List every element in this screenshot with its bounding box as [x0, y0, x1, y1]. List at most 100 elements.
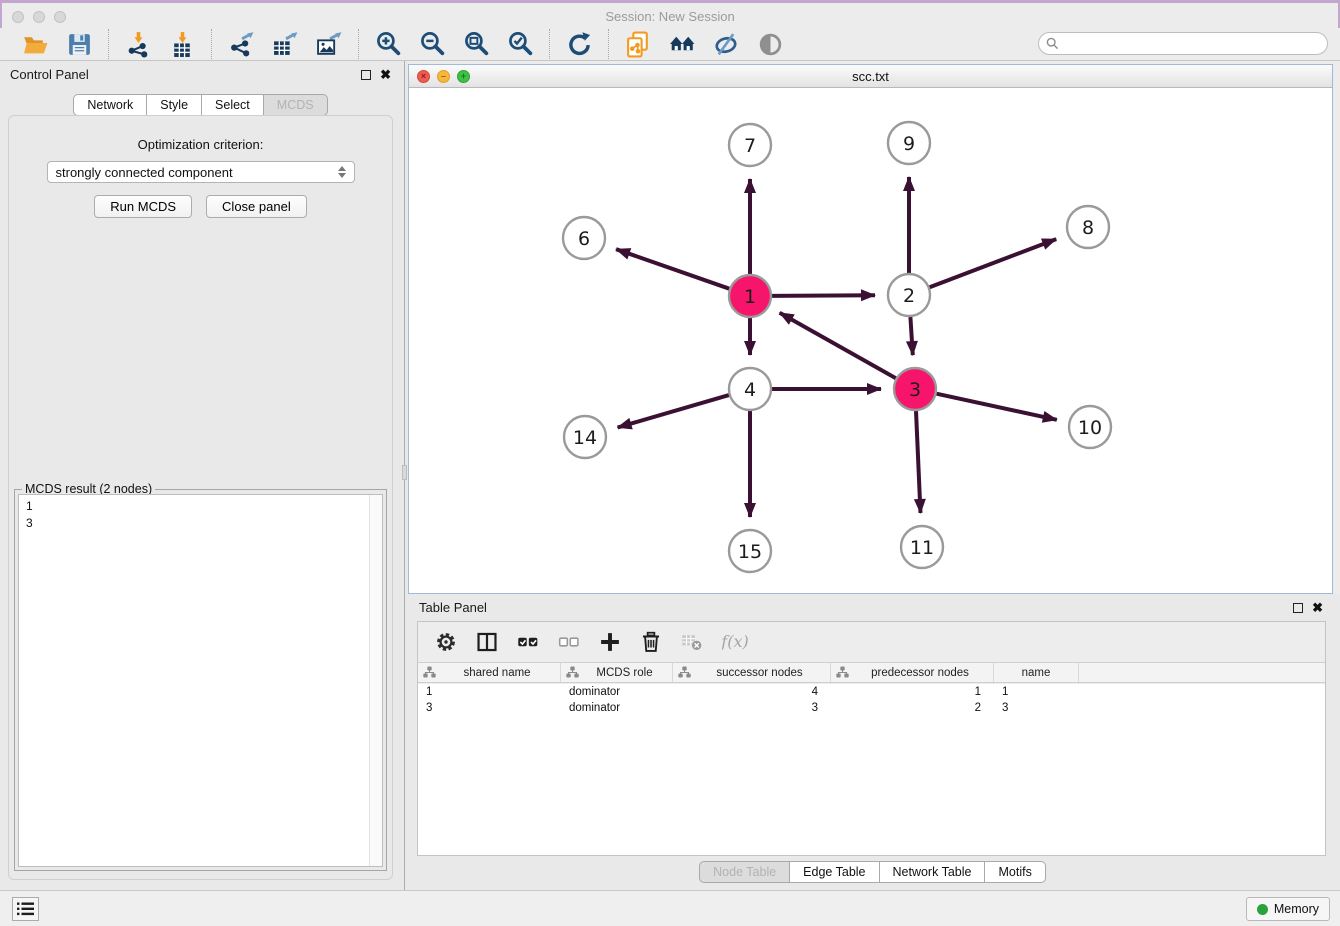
table-tab-motifs[interactable]: Motifs [984, 861, 1045, 883]
save-session-icon[interactable] [65, 30, 93, 58]
network-canvas[interactable]: 7 9 6 8 1 2 4 3 14 10 15 11 [409, 88, 1332, 593]
import-table-icon[interactable] [168, 30, 196, 58]
node-4[interactable]: 4 [729, 368, 771, 410]
zoom-in-icon[interactable] [374, 30, 402, 58]
home-icon[interactable] [668, 30, 696, 58]
network-close-button[interactable]: × [417, 70, 430, 83]
column-header-MCDS-role[interactable]: MCDS role [561, 663, 673, 682]
column-header-predecessor-nodes[interactable]: predecessor nodes [831, 663, 994, 682]
control-panel: Control Panel ✖ NetworkStyleSelectMCDS O… [0, 61, 401, 890]
zoom-fit-icon[interactable] [462, 30, 490, 58]
table-settings-icon[interactable] [435, 631, 457, 653]
search-input[interactable] [1063, 37, 1320, 51]
edge-3-10[interactable] [937, 394, 1057, 420]
mcds-result-textarea[interactable]: 13 [18, 494, 383, 867]
table-panel-float-icon[interactable] [1293, 603, 1303, 613]
mcds-result-scrollbar[interactable] [369, 495, 382, 866]
show-columns-icon[interactable] [517, 631, 539, 653]
svg-text:15: 15 [738, 541, 762, 563]
column-header-name[interactable]: name [994, 663, 1079, 682]
open-session-icon[interactable] [21, 30, 49, 58]
control-panel-float-icon[interactable] [361, 70, 371, 80]
criterion-dropdown-value: strongly connected component [56, 165, 233, 180]
export-table-icon[interactable] [271, 30, 299, 58]
zoom-out-icon[interactable] [418, 30, 446, 58]
node-9[interactable]: 9 [888, 122, 930, 164]
shared-column-icon [423, 666, 436, 679]
tab-mcds[interactable]: MCDS [263, 94, 328, 116]
edge-4-14[interactable] [618, 395, 729, 427]
edge-1-2[interactable] [772, 295, 875, 296]
svg-text:10: 10 [1078, 417, 1102, 439]
network-minimize-button[interactable]: – [437, 70, 450, 83]
edge-3-1[interactable] [780, 313, 896, 379]
toolbar-group [211, 29, 358, 59]
node-2[interactable]: 2 [888, 274, 930, 316]
edge-3-11[interactable] [916, 411, 921, 513]
control-panel-close-icon[interactable]: ✖ [380, 70, 391, 80]
import-network-icon[interactable] [124, 30, 152, 58]
column-header-shared-name[interactable]: shared name [418, 663, 561, 682]
run-mcds-button[interactable]: Run MCDS [94, 195, 192, 218]
table-body[interactable]: 1dominator4113dominator323 [418, 684, 1325, 855]
node-7[interactable]: 7 [729, 124, 771, 166]
control-panel-title: Control Panel [10, 67, 89, 82]
tab-network[interactable]: Network [73, 94, 147, 116]
hide-columns-icon[interactable] [558, 631, 580, 653]
network-canvas-svg[interactable]: 7 9 6 8 1 2 4 3 14 10 15 11 [409, 88, 1332, 593]
criterion-dropdown[interactable]: strongly connected component [47, 161, 355, 183]
edge-1-6[interactable] [616, 249, 729, 289]
table-cell: 1 [994, 686, 1079, 698]
delete-column-icon[interactable] [640, 631, 662, 653]
edge-2-8[interactable] [930, 239, 1057, 287]
close-panel-button[interactable]: Close panel [206, 195, 307, 218]
table-panel-close-icon[interactable]: ✖ [1312, 603, 1323, 613]
table-cell: 1 [418, 686, 561, 698]
svg-text:8: 8 [1082, 217, 1094, 239]
main-toolbar [0, 28, 1340, 61]
export-image-icon[interactable] [315, 30, 343, 58]
tab-style[interactable]: Style [146, 94, 202, 116]
divider-grip[interactable] [402, 465, 407, 480]
node-15[interactable]: 15 [729, 530, 771, 572]
svg-text:7: 7 [744, 135, 756, 157]
node-3[interactable]: 3 [894, 368, 936, 410]
column-header-successor-nodes[interactable]: successor nodes [673, 663, 831, 682]
node-1[interactable]: 1 [729, 275, 771, 317]
optimization-criterion-label: Optimization criterion: [9, 137, 392, 152]
memory-button[interactable]: Memory [1246, 897, 1330, 921]
svg-text:6: 6 [578, 228, 590, 250]
export-network-icon[interactable] [227, 30, 255, 58]
node-11[interactable]: 11 [901, 526, 943, 568]
table-tab-edge-table[interactable]: Edge Table [789, 861, 879, 883]
toolbar-group [108, 29, 211, 59]
hide-graphics-details-icon[interactable] [712, 30, 740, 58]
table-tab-node-table[interactable]: Node Table [699, 861, 790, 883]
node-8[interactable]: 8 [1067, 206, 1109, 248]
network-window-title: scc.txt [409, 69, 1332, 84]
table-tab-network-table[interactable]: Network Table [879, 861, 986, 883]
tab-select[interactable]: Select [201, 94, 264, 116]
network-maximize-button[interactable]: + [457, 70, 470, 83]
split-columns-icon[interactable] [476, 631, 498, 653]
function-builder-icon: f(x) [722, 629, 748, 655]
show-graphics-details-icon[interactable] [756, 30, 784, 58]
search-box[interactable] [1038, 32, 1328, 55]
add-column-icon[interactable] [599, 631, 621, 653]
mcds-result-line: 1 [26, 498, 375, 515]
shared-column-icon [566, 666, 579, 679]
task-history-button[interactable] [12, 897, 39, 921]
table-cell: 1 [831, 686, 994, 698]
node-14[interactable]: 14 [564, 416, 606, 458]
node-10[interactable]: 10 [1069, 406, 1111, 448]
mcds-panel: Optimization criterion: strongly connect… [8, 115, 393, 880]
edge-2-3[interactable] [910, 317, 912, 355]
node-6[interactable]: 6 [563, 217, 605, 259]
table-row[interactable]: 1dominator411 [418, 684, 1325, 700]
table-row[interactable]: 3dominator323 [418, 700, 1325, 716]
zoom-selected-icon[interactable] [506, 30, 534, 58]
refresh-icon[interactable] [565, 30, 593, 58]
network-window-titlebar[interactable]: scc.txt × – + [409, 65, 1332, 88]
clone-network-icon[interactable] [624, 30, 652, 58]
table-tabs: Node TableEdge TableNetwork TableMotifs [405, 861, 1340, 883]
